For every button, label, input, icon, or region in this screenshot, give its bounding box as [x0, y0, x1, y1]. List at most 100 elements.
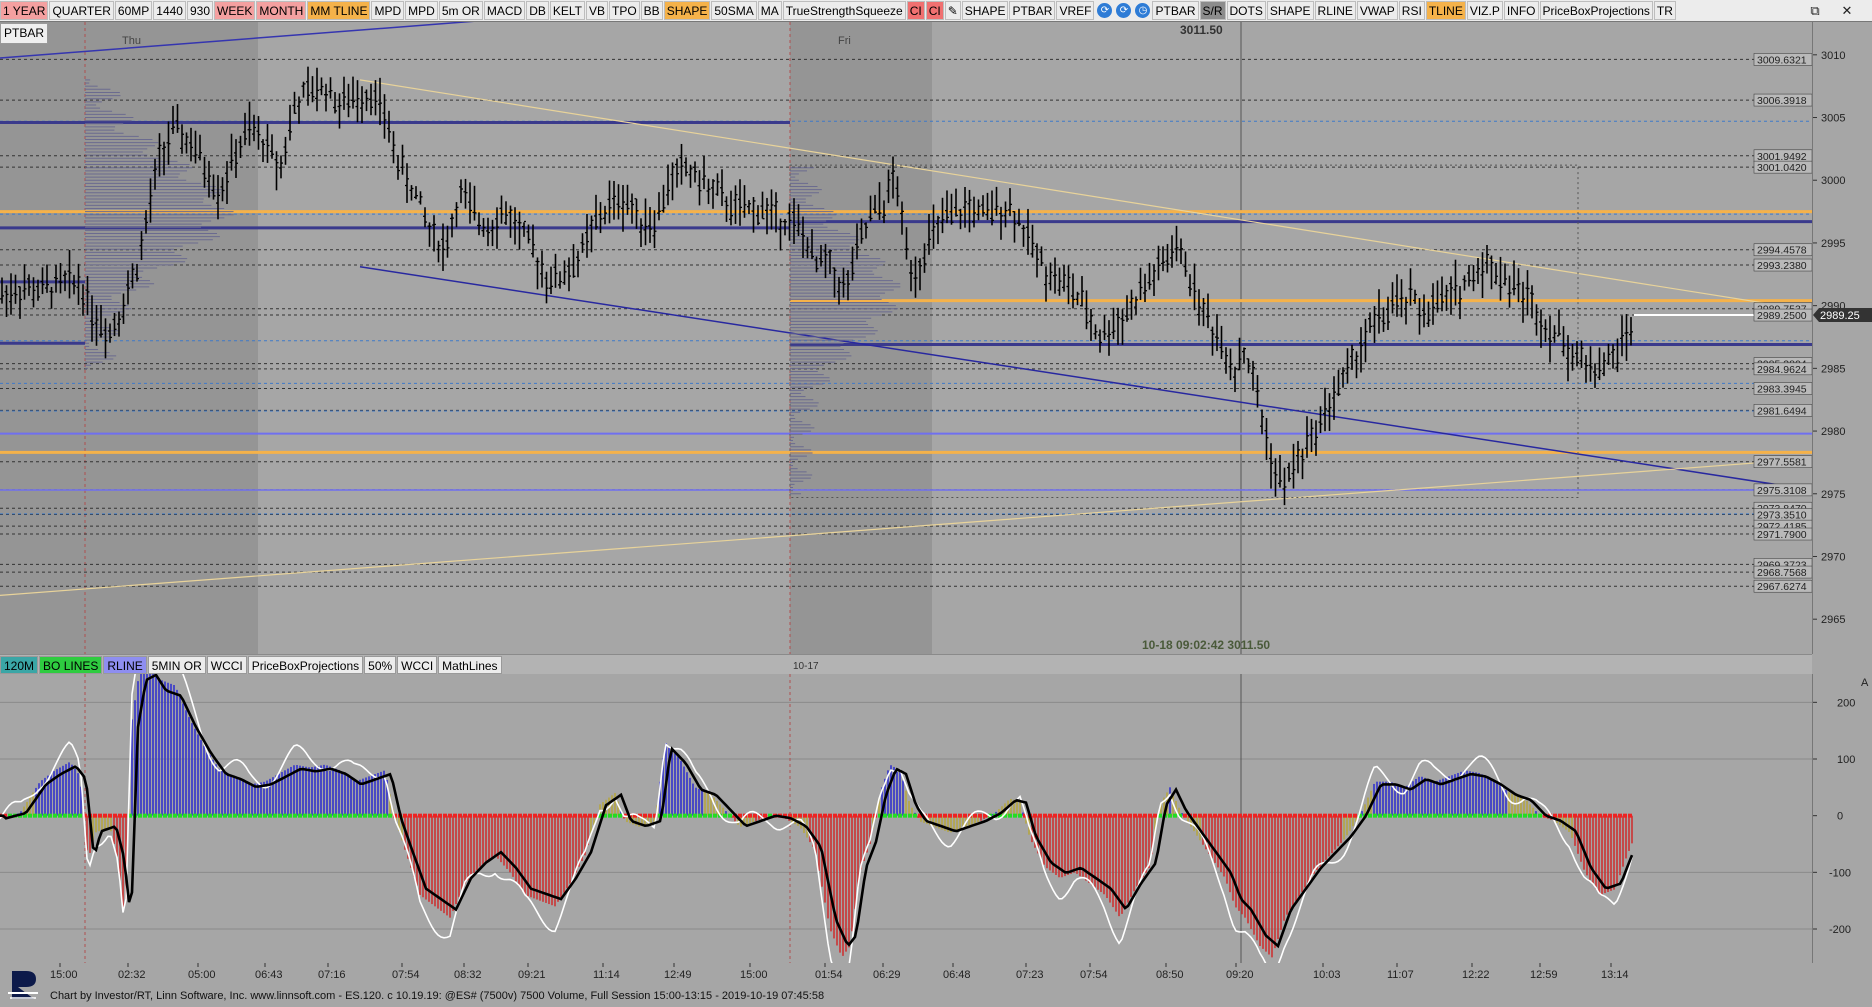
- price-bar: [1426, 301, 1431, 327]
- level-price-label: 2968.7568: [1753, 565, 1813, 579]
- toolbar-button-bb[interactable]: BB: [640, 1, 663, 20]
- price-bar: [756, 205, 760, 226]
- toolbar-button-vb[interactable]: VB: [585, 1, 608, 20]
- indicator-button-wcci[interactable]: WCCI: [206, 656, 247, 674]
- toolbar-button-mpd[interactable]: MPD: [371, 1, 405, 20]
- toolbar-button-ci[interactable]: CI: [906, 1, 925, 20]
- price-bar: [1503, 263, 1507, 286]
- indicator-button-mathlines[interactable]: MathLines: [438, 656, 502, 674]
- toolbar-button-quarter[interactable]: QUARTER: [49, 1, 114, 20]
- toolbar-button-rline[interactable]: RLINE: [1314, 1, 1356, 20]
- toolbar-button-50sma[interactable]: 50SMA: [711, 1, 757, 20]
- indicator-button-rline[interactable]: RLINE: [103, 656, 147, 674]
- toolbar-button-dots[interactable]: DOTS: [1226, 1, 1266, 20]
- toolbar-button-mm-tline[interactable]: MM TLINE: [307, 1, 371, 20]
- cci-zero-dot: [1273, 813, 1277, 818]
- price-bar: [1489, 255, 1494, 290]
- cci-zero-dot: [253, 813, 257, 818]
- toolbar-button-viz-p[interactable]: VIZ.P: [1466, 1, 1503, 20]
- cci-zero-dot: [473, 813, 477, 818]
- indicator-button-bo-lines[interactable]: BO LINES: [39, 656, 103, 674]
- cci-zero-dot: [1578, 813, 1582, 818]
- toolbar-button-pen[interactable]: ✎: [944, 1, 961, 20]
- toolbar-button-week[interactable]: WEEK: [214, 1, 256, 20]
- toolbar-button-shape[interactable]: SHAPE: [1266, 1, 1314, 20]
- toolbar-button-macd[interactable]: MACD: [483, 1, 526, 20]
- toolbar-button-rsi[interactable]: RSI: [1398, 1, 1425, 20]
- cci-zero-dot: [1468, 813, 1472, 818]
- cci-zero-dot: [543, 813, 547, 818]
- toolbar-button-tr[interactable]: TR: [1653, 1, 1676, 20]
- toolbar-button-60mp[interactable]: 60MP: [114, 1, 153, 20]
- price-bar: [1260, 409, 1264, 435]
- price-bar: [670, 162, 675, 201]
- cci-zero-dot: [1333, 813, 1337, 818]
- cci-zero-dot: [1268, 813, 1272, 818]
- current-price-tag: 2989.25: [1813, 308, 1872, 323]
- cci-zero-dot: [493, 813, 497, 818]
- price-bar: [607, 180, 612, 224]
- toolbar-button-shape[interactable]: SHAPE: [663, 1, 711, 20]
- indicator-button-priceboxprojections[interactable]: PriceBoxProjections: [247, 656, 364, 674]
- toolbar-button-ptbar[interactable]: PTBAR: [1009, 1, 1056, 20]
- toolbar-button-ma[interactable]: MA: [757, 1, 782, 20]
- price-bar: [576, 250, 580, 278]
- cci-zero-dot: [1343, 813, 1347, 818]
- toolbar-button-tline[interactable]: TLINE: [1425, 1, 1466, 20]
- cci-indicator-pane[interactable]: [0, 643, 1812, 985]
- indicator-button-wcci[interactable]: WCCI: [397, 656, 438, 674]
- toolbar-button-s-r[interactable]: S/R: [1199, 1, 1226, 20]
- indicator-button-5min-or[interactable]: 5MIN OR: [147, 656, 206, 674]
- toolbar-button-1-year[interactable]: 1 YEAR: [0, 1, 49, 20]
- price-chart[interactable]: Thu Fri 3011.50 10-18 09:02:42 3011.50 3009.…: [0, 19, 1813, 654]
- price-bar: [1624, 314, 1629, 361]
- toolbar-button-truestrengthsqueeze[interactable]: TrueStrengthSqueeze: [782, 1, 906, 20]
- toolbar-button-month[interactable]: MONTH: [256, 1, 307, 20]
- indicator-button-50[interactable]: 50%: [364, 656, 397, 674]
- toolbar-button-info[interactable]: INFO: [1503, 1, 1539, 20]
- price-axis[interactable]: 3010 3005 3000 2995 2990 2985 2980 2975 2970 2965…: [1812, 22, 1872, 654]
- pane-label-ptbar[interactable]: PTBAR: [0, 23, 49, 44]
- price-chart-pane[interactable]: Thu Fri 3011.50 10-18 09:02:42 3011.50 3009.…: [0, 19, 1813, 654]
- axis-tick-label: 2975: [1821, 489, 1845, 501]
- toolbar-button-kelt[interactable]: KELT: [549, 1, 585, 20]
- price-bar: [706, 178, 711, 205]
- price-bar: [265, 124, 270, 163]
- cci-axis-scale: 200 100 0 -100 -200 A: [1813, 677, 1869, 936]
- indicator-button-120m[interactable]: 120M: [0, 656, 39, 674]
- toolbar-button-1440[interactable]: 1440: [153, 1, 186, 20]
- toolbar-button-db[interactable]: DB: [526, 1, 549, 20]
- refresh-icon[interactable]: ⟳: [1116, 3, 1132, 18]
- cci-zero-dot: [298, 813, 302, 818]
- axis-tick-label: 2995: [1821, 238, 1845, 250]
- cci-zero-dot: [43, 813, 47, 818]
- price-bar: [418, 191, 423, 205]
- toolbar-button-930[interactable]: 930: [186, 1, 214, 20]
- clock-icon[interactable]: ◷: [1135, 3, 1151, 18]
- toolbar-button-shape[interactable]: SHAPE: [961, 1, 1009, 20]
- refresh-icon[interactable]: ⟳: [1097, 3, 1113, 18]
- toolbar-button-5m-or[interactable]: 5m OR: [438, 1, 483, 20]
- price-bar: [355, 80, 360, 123]
- cci-zero-dot: [113, 813, 117, 818]
- price-bar: [292, 91, 297, 114]
- toolbar-button-ptbar[interactable]: PTBAR: [1152, 1, 1199, 20]
- cci-zero-dot: [1448, 813, 1452, 818]
- time-label: 09:20: [1226, 969, 1254, 981]
- restore-window-button[interactable]: ⧉: [1804, 0, 1826, 21]
- toolbar-button-tpo[interactable]: TPO: [609, 1, 640, 20]
- cci-axis[interactable]: 200 100 0 -100 -200 A: [1812, 674, 1872, 963]
- price-bar: [1278, 454, 1282, 488]
- toolbar-button-vref[interactable]: VREF: [1056, 1, 1095, 20]
- close-window-button[interactable]: ✕: [1836, 0, 1858, 21]
- price-bar: [1287, 462, 1291, 482]
- price-bar: [679, 143, 684, 185]
- toolbar-button-ci[interactable]: CI: [925, 1, 944, 20]
- cci-chart[interactable]: [0, 643, 1812, 985]
- price-bar: [477, 212, 481, 236]
- toolbar-button-priceboxprojections[interactable]: PriceBoxProjections: [1539, 1, 1653, 20]
- toolbar-button-vwap[interactable]: VWAP: [1356, 1, 1398, 20]
- cci-zero-dot: [583, 813, 587, 818]
- toolbar-button-mpd[interactable]: MPD: [405, 1, 438, 20]
- cci-zero-dot: [568, 813, 572, 818]
